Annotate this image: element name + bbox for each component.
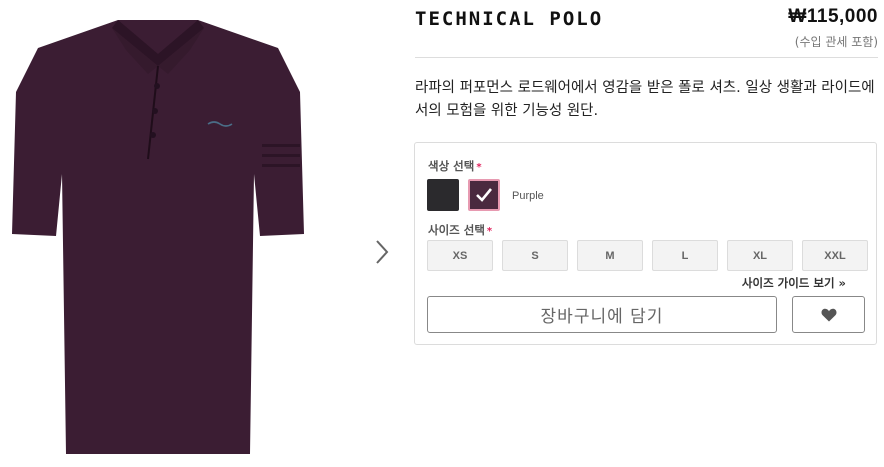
product-price: ₩115,000 xyxy=(788,6,878,27)
size-button-xs[interactable]: XS xyxy=(427,240,493,271)
heart-icon xyxy=(821,308,836,321)
selected-color-name: Purple xyxy=(512,190,544,202)
color-swatch-purple[interactable] xyxy=(468,179,500,211)
color-swatch-black[interactable] xyxy=(427,179,459,211)
next-image-button[interactable] xyxy=(368,234,396,270)
size-button-s[interactable]: S xyxy=(502,240,568,271)
options-panel: 색상 선택 * Purple 사이즈 선택 * XS S M L XL XXL 사이… xyxy=(414,142,877,345)
size-button-m[interactable]: M xyxy=(577,240,643,271)
size-button-xl[interactable]: XL xyxy=(727,240,793,271)
size-button-l[interactable]: L xyxy=(652,240,718,271)
color-select-label: 색상 선택 * xyxy=(428,159,482,173)
product-title: TECHNICAL POLO xyxy=(415,8,604,30)
size-button-xxl[interactable]: XXL xyxy=(802,240,868,271)
checkmark-icon xyxy=(476,188,493,202)
wishlist-button[interactable] xyxy=(792,296,865,333)
required-mark: * xyxy=(486,226,493,237)
size-options: XS S M L XL XXL xyxy=(427,240,868,271)
price-note: (수입 관세 포함) xyxy=(794,35,878,49)
size-select-label: 사이즈 선택 * xyxy=(428,223,493,237)
product-description: 라파의 퍼포먼스 로드웨어에서 영감을 받은 폴로 셔츠. 일상 생활과 라이드… xyxy=(415,80,875,119)
divider xyxy=(415,57,878,58)
size-guide-link[interactable]: 사이즈 가이드 보기 » xyxy=(742,275,846,291)
product-image xyxy=(12,20,304,454)
chevron-right-icon xyxy=(376,240,389,264)
required-mark: * xyxy=(476,162,482,173)
add-to-cart-button[interactable]: 장바구니에 담기 xyxy=(427,296,777,333)
